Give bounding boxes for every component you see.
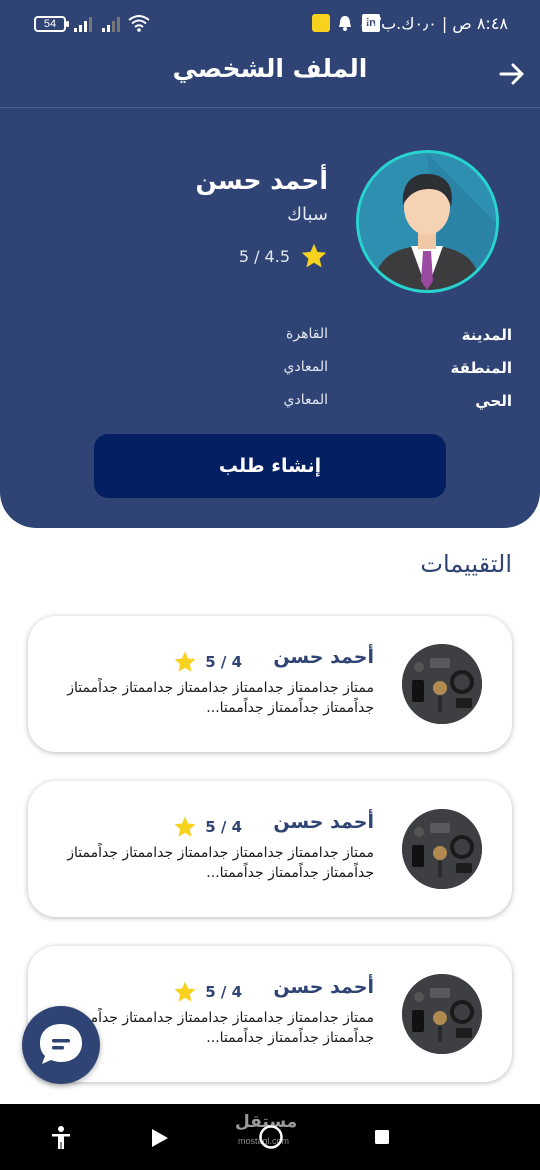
info-label: المدينة xyxy=(461,326,512,344)
accessibility-icon[interactable] xyxy=(50,1126,72,1150)
info-label: المنطقة xyxy=(450,359,512,377)
review-rating: 5 / 4 xyxy=(173,980,242,1004)
home-circle-icon[interactable] xyxy=(258,1124,284,1150)
review-image xyxy=(402,809,482,889)
system-nav-bar: مستقل mostaql.com xyxy=(0,1104,540,1170)
star-icon xyxy=(301,243,327,268)
status-time: ٨:٤٨ ص | ٠٫٠ك.ب/ث xyxy=(360,14,508,33)
review-text: ممتاز جداممتاز جداممتاز جداممتاز جداممتا… xyxy=(67,1010,374,1046)
recents-square-icon[interactable] xyxy=(374,1129,390,1145)
avatar xyxy=(356,150,499,293)
review-rating-value: 5 / 4 xyxy=(205,653,242,671)
star-icon xyxy=(174,816,196,837)
review-rating: 5 / 4 xyxy=(173,815,242,839)
info-value: المعادي xyxy=(283,392,328,408)
signal-icon xyxy=(102,17,120,32)
review-rating: 5 / 4 xyxy=(173,650,242,674)
info-label: الحي xyxy=(475,392,512,410)
profile-name: أحمد حسن xyxy=(195,166,328,195)
profile-rating: 5 / 4.5 xyxy=(239,242,328,270)
profile-card: أحمد حسن سباك 5 / 4.5 المدينة القاهرة ال… xyxy=(0,108,540,528)
info-value: المعادي xyxy=(283,359,328,375)
reviews-title: التقييمات xyxy=(420,550,512,578)
back-arrow-icon[interactable] xyxy=(498,60,526,88)
avatar-illustration xyxy=(359,153,496,290)
info-row-area: المنطقة المعادي xyxy=(272,359,512,383)
review-rating-value: 5 / 4 xyxy=(205,818,242,836)
back-triangle-icon[interactable] xyxy=(150,1128,170,1148)
review-text: ممتاز جداممتاز جداممتاز جداممتاز جداممتا… xyxy=(67,680,374,716)
star-icon xyxy=(174,651,196,672)
page-title: الملف الشخصي xyxy=(172,54,368,83)
battery-icon: 54 xyxy=(34,16,69,32)
reviewer-name: أحمد حسن xyxy=(273,811,374,833)
review-card[interactable]: أحمد حسن 5 / 4 ممتاز جداممتاز جداممتاز ج… xyxy=(28,616,512,752)
app-notification-icon xyxy=(312,14,330,32)
notification-icon xyxy=(339,16,351,31)
review-thumbnail xyxy=(402,809,482,889)
profile-role: سباك xyxy=(287,204,328,225)
status-bar: 54 in ٨:٤٨ ص | ٠٫٠ك.ب/ث xyxy=(0,0,540,48)
chat-button[interactable] xyxy=(22,1006,100,1084)
review-image xyxy=(402,974,482,1054)
review-image xyxy=(402,644,482,724)
review-thumbnail xyxy=(402,644,482,724)
battery-level: 54 xyxy=(43,18,57,30)
info-value: القاهرة xyxy=(286,326,328,342)
create-request-button[interactable]: إنشاء طلب xyxy=(94,434,446,498)
review-card[interactable]: أحمد حسن 5 / 4 ممتاز جداممتاز جداممتاز ج… xyxy=(28,781,512,917)
info-row-city: المدينة القاهرة xyxy=(272,326,512,350)
reviewer-name: أحمد حسن xyxy=(273,646,374,668)
review-thumbnail xyxy=(402,974,482,1054)
chat-icon xyxy=(40,1024,82,1064)
wifi-icon xyxy=(128,15,150,32)
review-rating-value: 5 / 4 xyxy=(205,983,242,1001)
info-row-district: الحي المعادي xyxy=(272,392,512,416)
review-text: ممتاز جداممتاز جداممتاز جداممتاز جداممتا… xyxy=(67,845,374,881)
reviewer-name: أحمد حسن xyxy=(273,976,374,998)
rating-value: 5 / 4.5 xyxy=(238,246,290,266)
signal-icon xyxy=(74,17,92,32)
app-header: الملف الشخصي xyxy=(0,48,540,108)
review-card[interactable]: أحمد حسن 5 / 4 ممتاز جداممتاز جداممتاز ج… xyxy=(28,946,512,1082)
star-icon xyxy=(174,981,196,1002)
